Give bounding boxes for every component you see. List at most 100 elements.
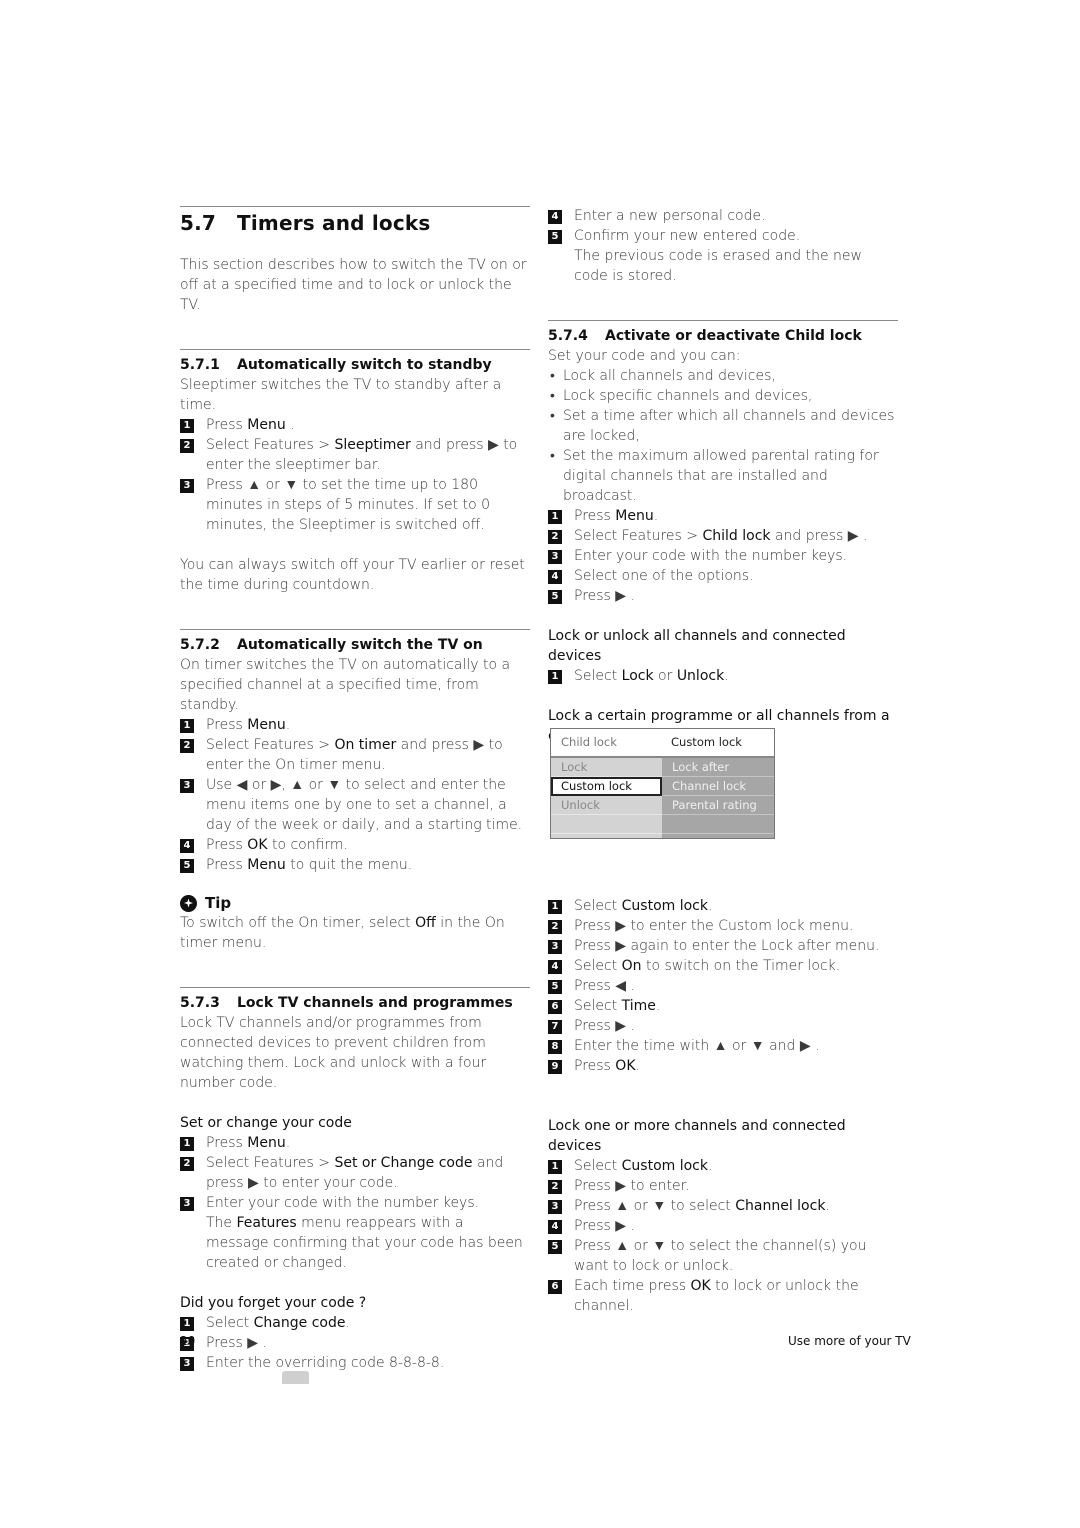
step-item: 5 Press ◀ . — [548, 976, 898, 996]
step-item: 1 Select Custom lock. — [548, 1156, 898, 1176]
text: Enter the overriding code 8-8-8-8. — [206, 1355, 445, 1371]
menu-header-right: Custom lock — [671, 735, 742, 749]
text: Select — [574, 998, 622, 1014]
text: Select — [574, 668, 622, 684]
text: Select Features > — [206, 437, 335, 453]
step-number-badge: 3 — [180, 1197, 194, 1211]
ontimer-intro: On timer switches the TV on automaticall… — [180, 657, 511, 713]
bullet-icon: • — [550, 448, 555, 464]
divider — [180, 349, 530, 350]
step-number-badge: 5 — [548, 590, 562, 604]
step-item: 2 Press ▶ . — [180, 1333, 530, 1353]
text: Use ◀ or ▶, ▲ or ▼ to select and enter t… — [206, 777, 523, 833]
bullet-icon: • — [550, 388, 555, 404]
step-item: 5 Press Menu to quit the menu. — [180, 855, 530, 875]
menu-left-list: Lock Custom lock Unlock — [551, 758, 662, 838]
bullet-text: Set the maximum allowed parental rating … — [563, 448, 879, 504]
step-item: 4 Press OK to confirm. — [180, 835, 530, 855]
bullet-text: Set a time after which all channels and … — [563, 408, 895, 444]
step-number-badge: 1 — [548, 510, 562, 524]
text: Press — [206, 1135, 248, 1151]
menu-header: Child lock Custom lock — [551, 729, 774, 758]
section-intro: This section describes how to switch the… — [180, 257, 527, 313]
step-item: 3 Press ▶ again to enter the Lock after m… — [548, 936, 898, 956]
bullet-icon: • — [550, 368, 555, 384]
step-number-badge: 7 — [548, 1020, 562, 1034]
step-item: 3 Press ▲ or ▼ to select Channel lock. — [548, 1196, 898, 1216]
text: Select Features > — [206, 737, 335, 753]
text: Press — [206, 837, 248, 853]
step-item: 7 Press ▶ . — [548, 1016, 898, 1036]
heading-ontimer: 5.7.2 Automatically switch the TV on — [180, 637, 483, 653]
menu-item: Lock — [551, 758, 662, 777]
step-item: 1 Press Menu. — [548, 506, 898, 526]
tip-heading: Tip — [180, 893, 530, 913]
childlock-bullets: • Lock all channels and devices, • Lock spe… — [548, 366, 898, 506]
step-item: 6 Each time press OK to lock or unlock th… — [548, 1276, 898, 1316]
step-item: 3 Enter your code with the number keys. — [548, 546, 898, 566]
emphasis-term: OK — [247, 837, 268, 853]
emphasis-term: On timer — [334, 737, 397, 753]
step-number-badge: 1 — [180, 1317, 194, 1331]
text: to confirm. — [267, 837, 349, 853]
text: Select — [574, 898, 622, 914]
forgot-title: Did you forget your code ? — [180, 1295, 367, 1311]
step-number-badge: 1 — [180, 719, 194, 733]
step-number-badge: 3 — [548, 940, 562, 954]
step-item: 9 Press OK. — [548, 1056, 898, 1076]
text: Press — [574, 508, 616, 524]
emphasis-term: Features — [236, 1215, 297, 1231]
emphasis-term: Lock — [621, 668, 654, 684]
page-title: 5.7 Timers and locks — [180, 211, 431, 235]
step-number-badge: 3 — [180, 479, 194, 493]
step-item: 3 Use ◀ or ▶, ▲ or ▼ to select and enter … — [180, 775, 530, 835]
step-item: 1 Press Menu. — [180, 715, 530, 735]
text: Press ▲ or ▼ to select — [574, 1198, 736, 1214]
text: and press ▶ . — [770, 528, 868, 544]
text: Press ▶ . — [574, 1018, 635, 1034]
step-number-badge: 3 — [548, 1200, 562, 1214]
step-number-badge: 4 — [548, 210, 562, 224]
step-number-badge: 8 — [548, 1040, 562, 1054]
bullet-icon: • — [550, 408, 555, 424]
childlock-intro: Set your code and you can: — [548, 348, 741, 364]
step-item: 1 Press Menu . — [180, 415, 530, 435]
text: The — [206, 1215, 237, 1231]
text: . — [285, 717, 291, 733]
step-item: 2 Press ▶ to enter the Custom lock menu. — [548, 916, 898, 936]
step-number-badge: 2 — [180, 1157, 194, 1171]
emphasis-term: Set or Change code — [334, 1155, 473, 1171]
step-number-badge: 3 — [180, 779, 194, 793]
step-number-badge: 5 — [548, 230, 562, 244]
step-number-badge: 2 — [180, 439, 194, 453]
step-number-badge: 3 — [180, 1357, 194, 1371]
emphasis-term: Menu — [615, 508, 654, 524]
step-item: 2 Select Features > Sleeptimer and press … — [180, 435, 530, 475]
menu-item: Lock after — [662, 758, 774, 777]
step-number-badge: 5 — [548, 1240, 562, 1254]
locktime-steps: 1 Select Custom lock. 2 Press ▶ to enter th… — [548, 896, 898, 1076]
standby-steps: 1 Press Menu . 2 Select Features > Sleeptim… — [180, 415, 530, 535]
emphasis-term: Custom lock — [621, 898, 708, 914]
text: To switch off the On timer, select — [180, 915, 416, 931]
step-number-badge: 1 — [548, 670, 562, 684]
text: . — [825, 1198, 830, 1214]
step-number-badge: 4 — [548, 960, 562, 974]
step-number-badge: 6 — [548, 1280, 562, 1294]
text: Select — [574, 958, 622, 974]
text: Press ▶ to enter. — [574, 1178, 690, 1194]
text: to switch on the Timer lock. — [641, 958, 841, 974]
step-number-badge: 1 — [548, 900, 562, 914]
lockone-title: Lock one or more channels and connected … — [548, 1118, 846, 1154]
step-item: 4 Press ▶ . — [548, 1216, 898, 1236]
set-code-title: Set or change your code — [180, 1115, 352, 1131]
step-item: 1 Select Change code. — [180, 1313, 530, 1333]
code-cont-note: The previous code is erased and the new … — [574, 248, 862, 284]
standby-intro: Sleeptimer switches the TV to standby af… — [180, 377, 502, 413]
text: . — [708, 1158, 713, 1174]
step-item: 3 Enter the overriding code 8-8-8-8. — [180, 1353, 530, 1373]
ontimer-steps: 1 Press Menu. 2 Select Features > On timer … — [180, 715, 530, 875]
emphasis-term: Off — [415, 915, 436, 931]
step-number-badge: 9 — [548, 1060, 562, 1074]
step-number-badge: 2 — [548, 1180, 562, 1194]
